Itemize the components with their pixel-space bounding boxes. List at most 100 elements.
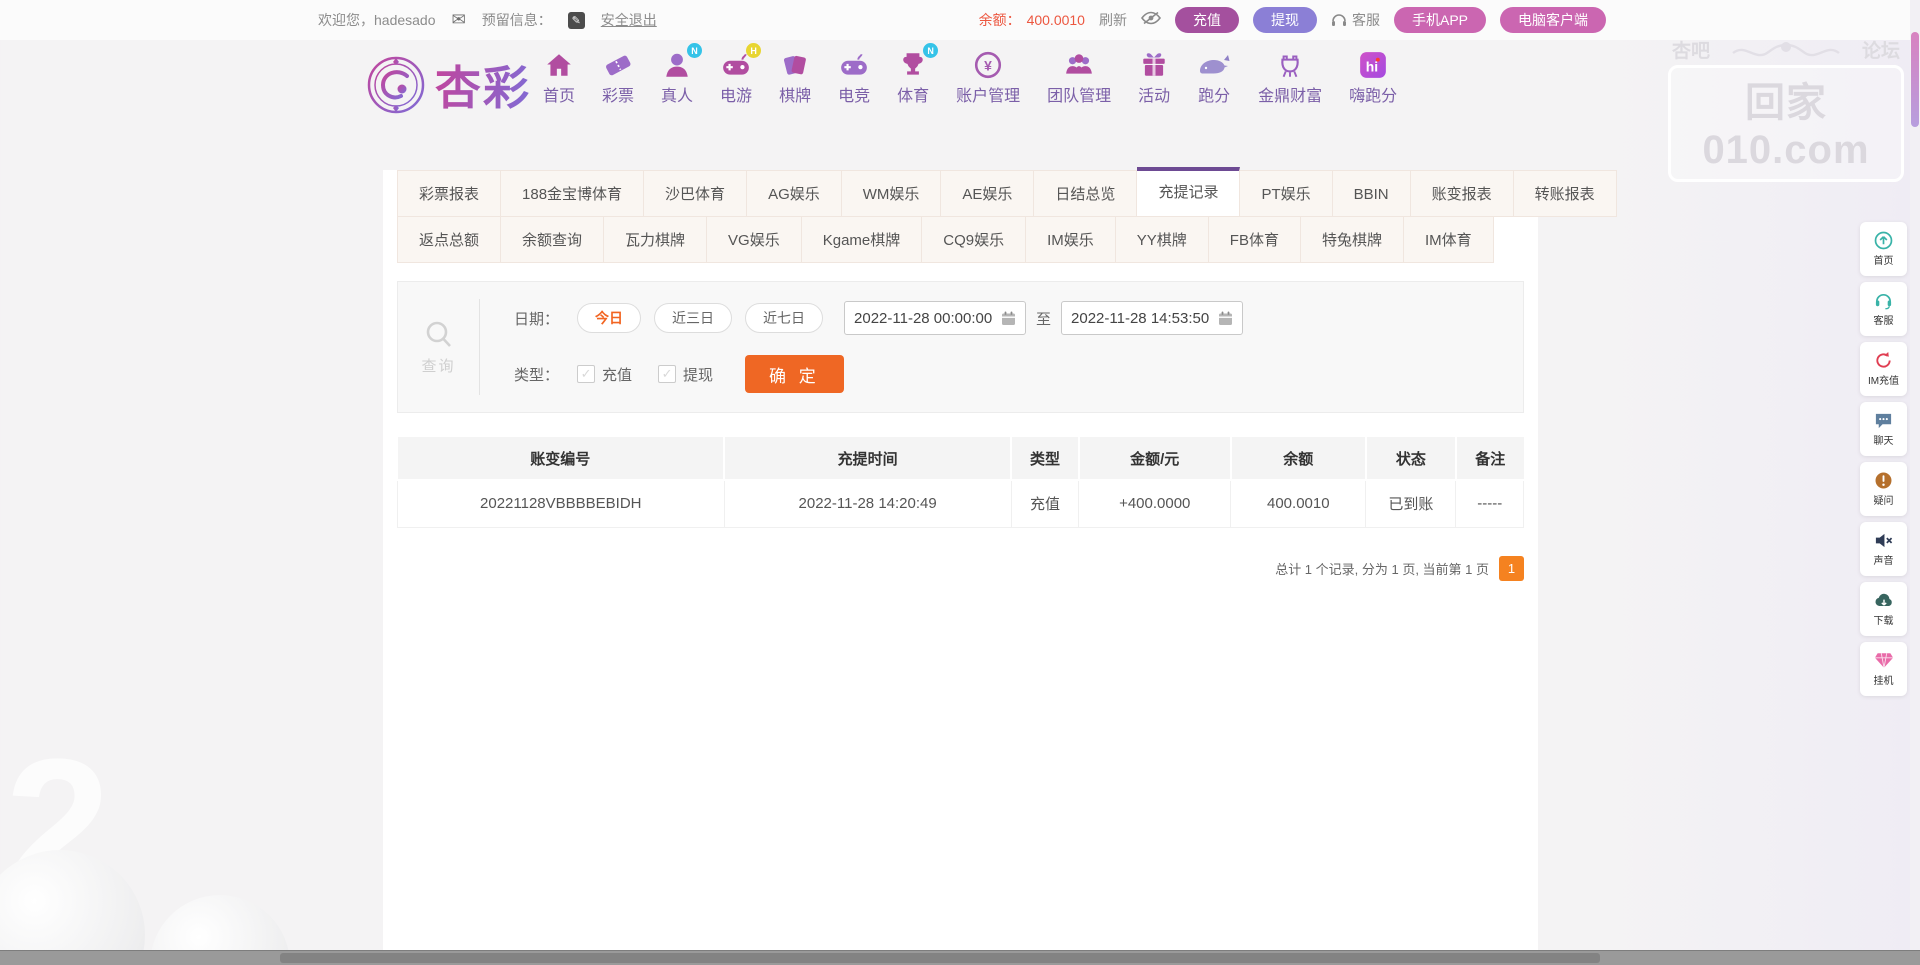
confirm-button[interactable]: 确 定 [745,355,844,393]
nav-egame[interactable]: H 电游 [720,43,762,106]
nav-home[interactable]: 首页 [543,50,575,106]
rail-sound[interactable]: 声音 [1860,522,1907,576]
tab-im[interactable]: IM娱乐 [1026,216,1116,263]
tab-yy-cards[interactable]: YY棋牌 [1115,216,1209,263]
col-account-change-id: 账变编号 [397,437,726,481]
svg-text:¥: ¥ [984,57,992,73]
table-header-row: 账变编号 充提时间 类型 金额/元 余额 状态 备注 [397,437,1524,481]
page-1-button[interactable]: 1 [1499,555,1524,581]
rail-service[interactable]: 客服 [1860,282,1907,336]
date-from-input[interactable]: 2022-11-28 00:00:00 [844,301,1027,335]
rail-idle[interactable]: 挂机 [1860,642,1907,696]
cell-type: 充值 [1010,480,1080,528]
refresh-link[interactable]: 刷新 [1099,10,1127,30]
nav-activity[interactable]: 活动 [1138,50,1170,106]
tab-transfer-report[interactable]: 转账报表 [1513,170,1617,217]
tab-bbin[interactable]: BBIN [1332,170,1411,217]
mail-icon[interactable]: ✉ [452,10,466,30]
vertical-scrollbar-thumb[interactable] [1911,32,1919,127]
pc-client-button[interactable]: 电脑客户端 [1500,7,1606,33]
logo-text: 杏彩 [435,52,531,118]
speaker-mute-icon [1875,533,1893,548]
tab-wali-cards[interactable]: 瓦力棋牌 [604,216,708,263]
recharge-checkbox-label: 充值 [602,366,633,384]
tab-ag[interactable]: AG娱乐 [747,170,842,217]
team-icon [1066,54,1092,74]
col-remark: 备注 [1455,437,1524,481]
tab-daily-summary[interactable]: 日结总览 [1034,170,1138,217]
tab-wm[interactable]: WM娱乐 [841,170,942,217]
tab-recharge-withdraw-record[interactable]: 充提记录 [1137,167,1241,217]
to-label: 至 [1036,310,1052,328]
tab-kgame[interactable]: Kgame棋牌 [801,216,923,263]
logout-link[interactable]: 安全退出 [601,10,657,30]
tab-188-sport[interactable]: 188金宝博体育 [501,170,645,217]
nav-paofen[interactable]: 跑分 [1197,50,1231,106]
tab-pt[interactable]: PT娱乐 [1240,170,1333,217]
withdraw-checkbox-label: 提现 [683,366,714,384]
nav-sports[interactable]: N 体育 [897,43,939,106]
site-logo[interactable]: 杏彩 [365,52,531,118]
rail-question[interactable]: 疑问 [1860,462,1907,516]
coin-icon: ¥ [975,51,1002,79]
col-time: 充提时间 [724,437,1013,481]
main-nav: 首页 彩票 N 真人 H 电游 棋牌 电竞 N 体育 ¥ 账户管理 团队管理 活… [543,43,1397,106]
topbar: 欢迎您，hadesado ✉ 预留信息： ✎ 安全退出 余额： 400.0010… [0,0,1920,40]
quick-rail: 首页 客服 IM充值 聊天 疑问 声音 下载 挂机 [1860,222,1907,696]
withdraw-checkbox[interactable]: ✓ [658,365,677,383]
nav-lottery[interactable]: 彩票 [602,50,634,106]
tab-rebate-total[interactable]: 返点总额 [397,216,502,263]
customer-service-link[interactable]: 客服 [1331,10,1380,30]
nav-account[interactable]: ¥ 账户管理 [956,50,1020,106]
nav-esports[interactable]: 电竞 [838,50,870,106]
tab-cq9[interactable]: CQ9娱乐 [922,216,1027,263]
date-to-input[interactable]: 2022-11-28 14:53:50 [1061,301,1244,335]
tab-fb-sport[interactable]: FB体育 [1208,216,1301,263]
cell-remark: ----- [1455,480,1524,528]
nav-jinding[interactable]: 金鼎财富 [1258,50,1322,106]
rail-im-recharge[interactable]: IM充值 [1860,342,1907,396]
edit-pencil-icon[interactable]: ✎ [567,11,585,29]
recharge-checkbox[interactable]: ✓ [577,365,596,383]
calendar-icon [1219,311,1233,325]
cloud-download-icon [1874,593,1892,606]
nav-live[interactable]: N 真人 [661,43,703,106]
quick-today[interactable]: 今日 [577,303,642,333]
balance-label: 余额： [978,12,1021,28]
quick-3days[interactable]: 近三日 [654,303,733,333]
col-status: 状态 [1365,437,1457,481]
main-content-card: 彩票报表 188金宝博体育 沙巴体育 AG娱乐 WM娱乐 AE娱乐 日结总览 充… [383,167,1617,950]
tab-account-change-report[interactable]: 账变报表 [1410,170,1514,217]
type-label: 类型： [514,366,560,384]
tab-lottery-report[interactable]: 彩票报表 [397,170,502,217]
nav-team[interactable]: 团队管理 [1047,50,1111,106]
tab-vg[interactable]: VG娱乐 [707,216,802,263]
vertical-scrollbar[interactable] [1910,0,1920,950]
horizontal-scrollbar-thumb[interactable] [280,953,1600,963]
tab-im-sport[interactable]: IM体育 [1403,216,1494,263]
eye-off-icon[interactable] [1140,11,1161,30]
ticket-icon [606,55,631,76]
quick-7days[interactable]: 近七日 [745,303,824,333]
records-table: 账变编号 充提时间 类型 金额/元 余额 状态 备注 20221128VBBBB… [397,437,1524,528]
rail-chat[interactable]: 聊天 [1860,402,1907,456]
tab-tetu-cards[interactable]: 特兔棋牌 [1300,216,1404,263]
rail-download[interactable]: 下载 [1860,582,1907,636]
rhino-icon [1200,55,1230,74]
nav-hipaofen[interactable]: hi 嗨跑分 [1349,50,1397,106]
mobile-app-button[interactable]: 手机APP [1393,7,1486,33]
nav-cards[interactable]: 棋牌 [779,50,811,106]
col-type: 类型 [1011,437,1080,481]
rail-home[interactable]: 首页 [1860,222,1907,276]
horizontal-scrollbar[interactable] [0,950,1920,965]
report-tabs: 彩票报表 188金宝博体育 沙巴体育 AG娱乐 WM娱乐 AE娱乐 日结总览 充… [397,167,1617,263]
new-badge: N [923,43,939,58]
recharge-button[interactable]: 充值 [1174,7,1239,33]
hot-badge: H [746,43,762,58]
tab-ae[interactable]: AE娱乐 [941,170,1035,217]
svg-text:hi: hi [1366,58,1378,74]
tab-balance-query[interactable]: 余额查询 [501,216,605,263]
tab-shaba-sport[interactable]: 沙巴体育 [644,170,748,217]
chat-bubble-icon [1875,413,1892,429]
withdraw-button[interactable]: 提现 [1252,7,1317,33]
